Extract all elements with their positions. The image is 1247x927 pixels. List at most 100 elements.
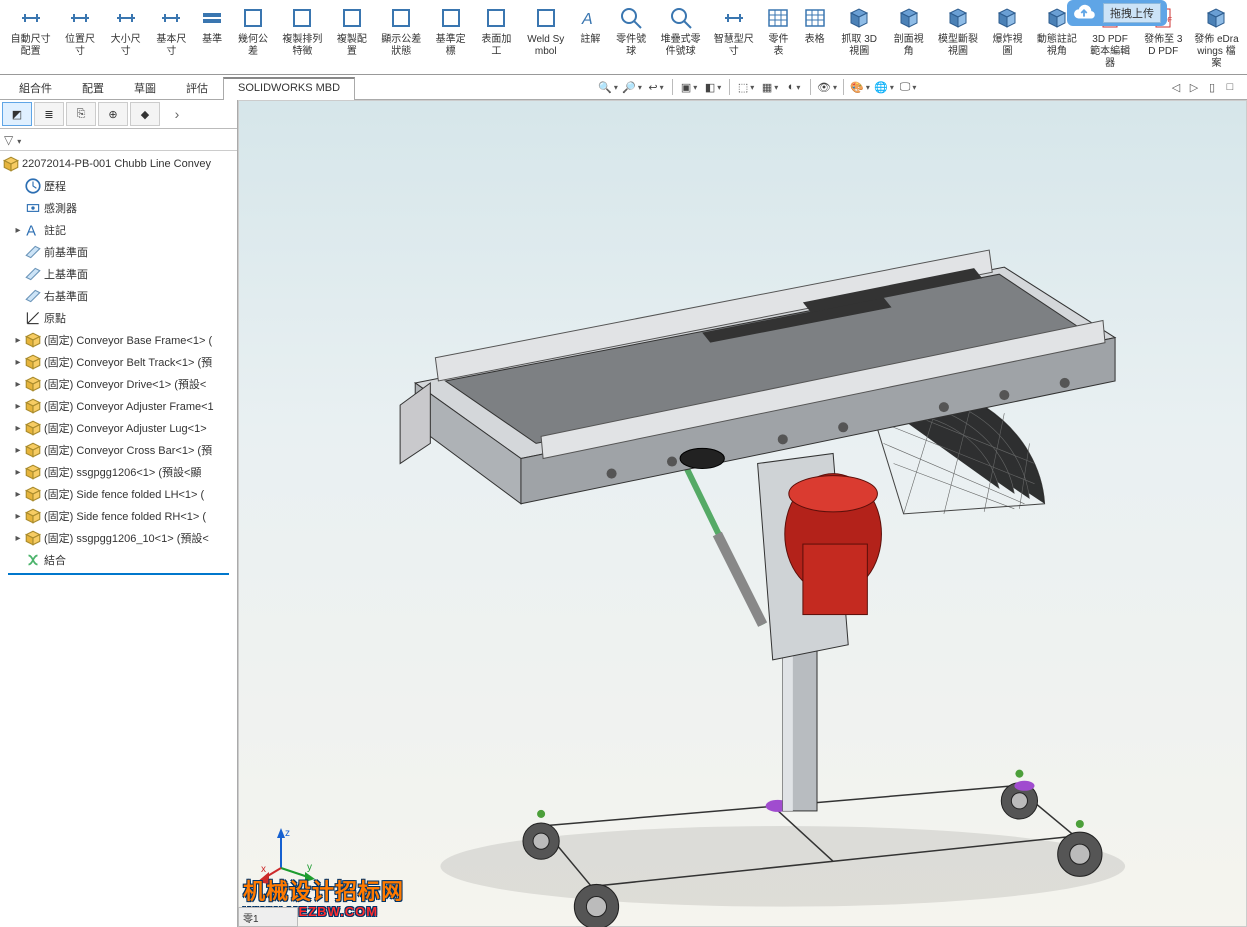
3d-viewport[interactable]: z y x 机械设计招标网 WWW.MEZBW.COM	[238, 100, 1247, 927]
sidebar-tab-appearance[interactable]: ◆	[130, 102, 160, 126]
expand-icon[interactable]: ▸	[12, 467, 24, 478]
render-icon[interactable]: 🌐	[874, 77, 894, 97]
pane-prev-icon[interactable]: ◁	[1169, 81, 1183, 94]
tree-item[interactable]: 前基準面	[0, 241, 237, 263]
capture-3d-view-button[interactable]: 抓取 3D 視圖	[833, 2, 886, 60]
location-dimension-button[interactable]: 位置尺寸	[57, 2, 103, 60]
pattern-feature-button[interactable]: 複製排列特徵	[276, 2, 329, 60]
tab-2[interactable]: 草圖	[119, 76, 171, 99]
tree-root[interactable]: 22072014-PB-001 Chubb Line Convey	[0, 153, 237, 175]
basic-dimension-button[interactable]: 基本尺寸	[149, 2, 195, 60]
geometric-tolerance-button[interactable]: 幾何公差	[230, 2, 276, 60]
tree-item[interactable]: ▸(固定) ssgpgg1206_10<1> (預設<	[0, 527, 237, 549]
datum-button[interactable]: 基準	[194, 2, 230, 48]
expand-icon[interactable]: ▸	[12, 533, 24, 544]
note-button[interactable]: A註解	[572, 2, 608, 48]
weld-symbol-button[interactable]: Weld Symbol	[519, 2, 572, 60]
expand-icon[interactable]: ▸	[12, 225, 24, 236]
display-style-icon[interactable]: ◧	[703, 77, 723, 97]
tree-item[interactable]: 原點	[0, 307, 237, 329]
smart-dimension-button[interactable]: 智慧型尺寸	[707, 2, 760, 60]
zoom-fit-icon[interactable]: 🔍	[598, 77, 618, 97]
tree-item-label: 右基準面	[44, 288, 88, 304]
expand-icon[interactable]: ▸	[12, 511, 24, 522]
expand-icon[interactable]: ▸	[12, 335, 24, 346]
expand-icon[interactable]: ▸	[12, 379, 24, 390]
ribbon-label: 註解	[580, 34, 600, 46]
model-break-view-button[interactable]: 模型斷裂視圖	[931, 2, 984, 60]
tab-1[interactable]: 配置	[67, 76, 119, 99]
section-icon[interactable]: ▣	[679, 77, 699, 97]
tab-4[interactable]: SOLIDWORKS MBD	[223, 77, 355, 100]
tree-item[interactable]: ▸(固定) Conveyor Drive<1> (預設<	[0, 373, 237, 395]
tree-item[interactable]: 歷程	[0, 175, 237, 197]
sidebar-tab-feature-tree[interactable]: ◩	[2, 102, 32, 126]
part-icon	[24, 529, 42, 547]
zoom-area-icon[interactable]: 🔎	[622, 77, 642, 97]
stacked-balloon-button[interactable]: 堆疊式零件號球	[654, 2, 707, 60]
pane-max-icon[interactable]: □	[1223, 81, 1237, 93]
tree-item[interactable]: ▸(固定) Conveyor Adjuster Lug<1>	[0, 417, 237, 439]
capture-3d-view-icon	[845, 4, 873, 32]
copy-scheme-button[interactable]: 複製配置	[329, 2, 375, 60]
tree-item[interactable]: ▸(固定) ssgpgg1206<1> (預設<顯	[0, 461, 237, 483]
tree-item[interactable]: ▸A註記	[0, 219, 237, 241]
cloud-upload-icon[interactable]	[1073, 2, 1095, 24]
pane-next-icon[interactable]: ▷	[1187, 81, 1201, 94]
datum-target-button[interactable]: 基準定標	[428, 2, 474, 60]
surface-finish-button[interactable]: 表面加工	[474, 2, 520, 60]
tab-3[interactable]: 評估	[171, 76, 223, 99]
shadow-icon[interactable]: ◐	[784, 77, 804, 97]
tree-item[interactable]: ▸(固定) Conveyor Adjuster Frame<1	[0, 395, 237, 417]
sidebar-overflow-icon[interactable]: ›	[162, 102, 192, 126]
scene-icon[interactable]: ▦	[760, 77, 780, 97]
tree-item[interactable]: ▸(固定) Conveyor Cross Bar<1> (預	[0, 439, 237, 461]
tables-button[interactable]: 零件表	[760, 2, 796, 60]
pane-split-icon[interactable]: ▯	[1205, 81, 1219, 94]
show-tolerance-status-button[interactable]: 顯示公差狀態	[375, 2, 428, 60]
balloon-button[interactable]: 零件號球	[608, 2, 654, 60]
tree-item-label: 原點	[44, 310, 66, 326]
size-dimension-button[interactable]: 大小尺寸	[103, 2, 149, 60]
auto-dimension-button[interactable]: 自動尺寸配置	[4, 2, 57, 60]
exploded-view-button[interactable]: 爆炸視圖	[985, 2, 1031, 60]
appearance-icon[interactable]: 🎨	[850, 77, 870, 97]
expand-icon[interactable]: ▸	[12, 489, 24, 500]
sidebar-filter[interactable]: ▽	[0, 129, 237, 151]
tables2-button[interactable]: 表格	[797, 2, 833, 48]
tree-item[interactable]: ▸(固定) Side fence folded LH<1> (	[0, 483, 237, 505]
ribbon-label: 顯示公差狀態	[379, 34, 424, 58]
expand-icon[interactable]: ▸	[12, 445, 24, 456]
expand-icon[interactable]: ▸	[12, 401, 24, 412]
plane-icon	[24, 287, 42, 305]
sensor-icon	[24, 199, 42, 217]
ribbon-label: 大小尺寸	[107, 34, 145, 58]
ribbon-label: 爆炸視圖	[989, 34, 1027, 58]
section-view-button[interactable]: 剖面視角	[886, 2, 932, 60]
expand-icon[interactable]: ▸	[12, 357, 24, 368]
tree-item[interactable]: 上基準面	[0, 263, 237, 285]
sidebar-tab-display[interactable]: ⊕	[98, 102, 128, 126]
tree-item[interactable]: ▸(固定) Side fence folded RH<1> (	[0, 505, 237, 527]
cube-icon[interactable]: ⬚	[736, 77, 756, 97]
part-icon	[24, 485, 42, 503]
prev-view-icon[interactable]: ↩	[646, 77, 666, 97]
tree-item[interactable]: 結合	[0, 549, 237, 571]
view-toolbar: 🔍🔎↩ ▣◧ ⬚▦◐ 👁 🎨🌐🖵	[598, 77, 926, 97]
sidebar-tab-config[interactable]: ⎘	[66, 102, 96, 126]
tree-item[interactable]: 感測器	[0, 197, 237, 219]
tree-item[interactable]: ▸(固定) Conveyor Base Frame<1> (	[0, 329, 237, 351]
filter-dropdown-icon[interactable]	[15, 133, 21, 147]
tree-item[interactable]: 右基準面	[0, 285, 237, 307]
tab-0[interactable]: 組合件	[4, 76, 67, 99]
expand-icon[interactable]: ▸	[12, 423, 24, 434]
ribbon-label: 自動尺寸配置	[8, 34, 53, 58]
publish-edrawings-button[interactable]: 發佈 eDrawings 檔案	[1190, 2, 1243, 72]
ribbon-label: 3D PDF 範本編輯器	[1087, 34, 1132, 70]
visibility-icon[interactable]: 👁	[817, 77, 837, 97]
sidebar-tab-property[interactable]: ≣	[34, 102, 64, 126]
upload-label[interactable]: 拖拽上传	[1103, 3, 1161, 23]
monitor-icon[interactable]: 🖵	[898, 77, 918, 97]
ribbon-label: Weld Symbol	[523, 34, 568, 58]
tree-item[interactable]: ▸(固定) Conveyor Belt Track<1> (預	[0, 351, 237, 373]
